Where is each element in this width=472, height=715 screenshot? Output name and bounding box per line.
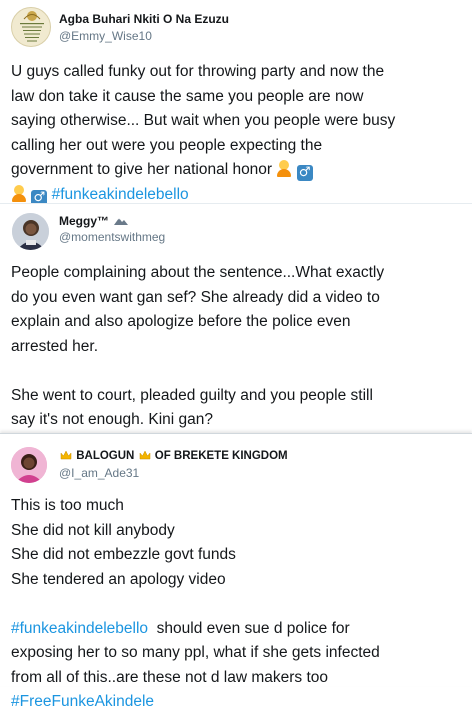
display-name[interactable]: Meggy™ bbox=[59, 214, 129, 228]
tweet-1: Agba Buhari Nkiti O Na Ezuzu @Emmy_Wise1… bbox=[0, 0, 472, 206]
text-line: from all of this..are these not d law ma… bbox=[11, 668, 329, 686]
text-line: government to give her national honor ♂ bbox=[11, 158, 466, 183]
user-handle[interactable]: @I_am_Ade31 bbox=[59, 466, 139, 480]
tweet-text: This is too much She did not kill anybod… bbox=[11, 494, 466, 715]
person-shrugging-icon bbox=[11, 184, 27, 202]
male-sign-icon: ♂ bbox=[296, 165, 313, 181]
avatar[interactable] bbox=[11, 7, 51, 47]
tweet-text: People complaining about the sentence...… bbox=[11, 261, 466, 433]
tweet-text: U guys called funky out for throwing par… bbox=[11, 60, 466, 207]
avatar[interactable] bbox=[12, 213, 49, 250]
tweet-3: BALOGUN OF BREKETE KINGDOM @I_am_Ade31 T… bbox=[0, 433, 472, 710]
text-line: U guys called funky out for throwing par… bbox=[11, 63, 385, 80]
avatar-photo-icon bbox=[11, 447, 47, 483]
text-line: say it's not enough. Kini gan? bbox=[11, 411, 214, 428]
display-name[interactable]: BALOGUN OF BREKETE KINGDOM bbox=[59, 450, 288, 462]
person-shrugging-icon bbox=[276, 160, 292, 177]
text-line: People complaining about the sentence...… bbox=[11, 264, 385, 281]
text-line: exposing her to so many ppl, what if she… bbox=[11, 644, 380, 661]
text-line: She went to court, pleaded guilty and yo… bbox=[11, 386, 373, 404]
avatar[interactable] bbox=[11, 447, 47, 483]
text-line: #FreeFunkeAkindele bbox=[11, 690, 466, 715]
text-line: saying otherwise... But wait when you pe… bbox=[11, 112, 396, 129]
text-line: #funkeakindelebello should even sue d po… bbox=[11, 619, 350, 637]
avatar-emblem-icon bbox=[20, 11, 44, 42]
text-line: arrested her. bbox=[11, 337, 99, 355]
hashtag-link[interactable]: #funkeakindelebello bbox=[52, 186, 189, 203]
text-line: do you even want gan sef? She already di… bbox=[11, 288, 380, 306]
text-line: She tendered an apology video bbox=[11, 570, 226, 588]
text-line: explain and also apologize before the po… bbox=[11, 313, 351, 330]
text-line: She did not embezzle govt funds bbox=[11, 546, 236, 563]
hashtag-link[interactable]: #funkeakindelebello bbox=[11, 620, 148, 637]
hashtag-link[interactable]: #FreeFunkeAkindele bbox=[11, 693, 154, 710]
crown-icon bbox=[139, 450, 150, 460]
text-line: This is too much bbox=[11, 497, 124, 514]
tweet-2: Meggy™ @momentswithmeg People complainin… bbox=[0, 203, 472, 433]
avatar-photo-icon bbox=[12, 213, 49, 250]
display-name[interactable]: Agba Buhari Nkiti O Na Ezuzu bbox=[59, 12, 229, 26]
text-line: She did not kill anybody bbox=[11, 521, 175, 539]
user-handle[interactable]: @Emmy_Wise10 bbox=[59, 29, 152, 43]
crown-icon bbox=[60, 450, 72, 460]
text-line: calling her out were you people expectin… bbox=[11, 136, 323, 154]
mountain-icon bbox=[114, 218, 129, 225]
user-handle[interactable]: @momentswithmeg bbox=[59, 230, 165, 244]
text-line: law don take it cause the same you peopl… bbox=[11, 87, 364, 105]
